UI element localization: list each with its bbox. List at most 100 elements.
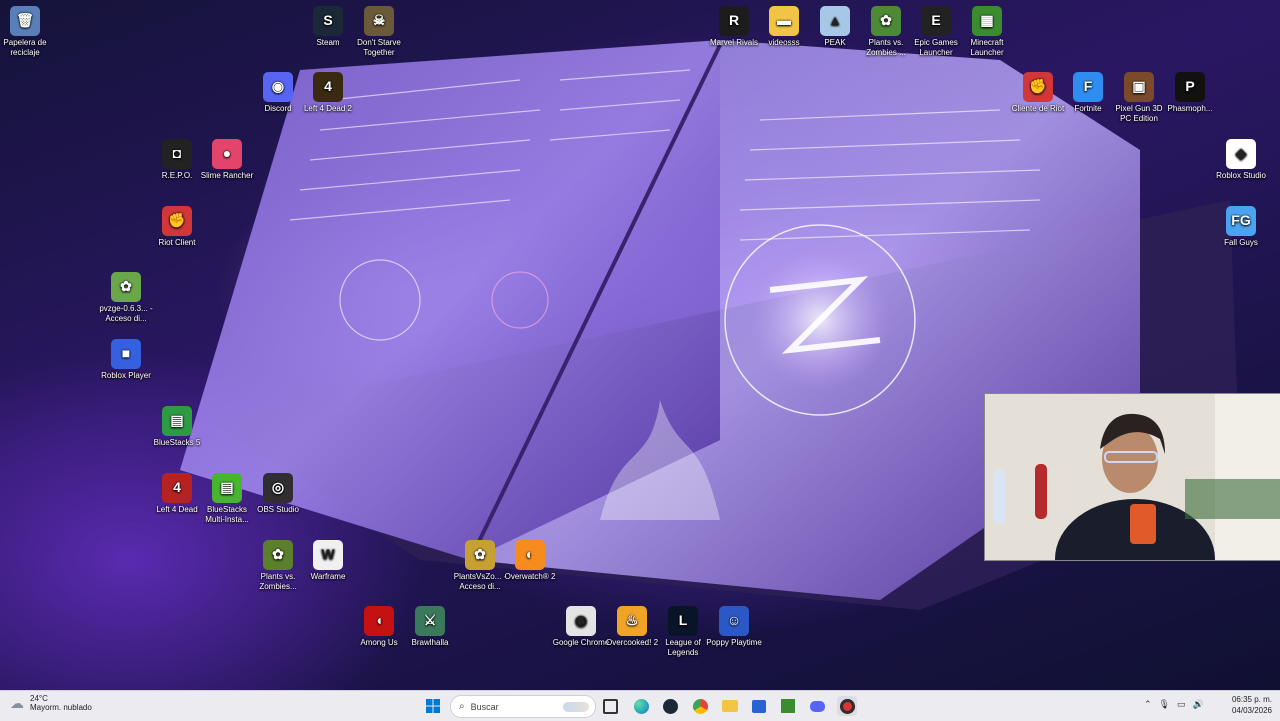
minecraft-icon: ▦	[972, 6, 1002, 36]
clock-time: 06:35 p. m.	[1231, 695, 1272, 704]
desktop-icon-pvz-ge[interactable]: ✿ pvzge-0.6.3... - Acceso di...	[96, 272, 156, 323]
taskbar-edge[interactable]	[631, 696, 651, 716]
taskbar-minecraft[interactable]	[778, 696, 798, 716]
folder-icon	[722, 700, 738, 712]
taskbar-chrome[interactable]	[690, 696, 710, 716]
edge-icon	[633, 698, 649, 714]
epic-games-icon: E	[921, 6, 951, 36]
weather-desc: Mayorm. nublado	[30, 703, 92, 712]
desktop-icon-obs[interactable]: ◎ OBS Studio	[248, 473, 308, 515]
overcooked-icon: ♨	[617, 606, 647, 636]
desktop-icon-brawlhalla[interactable]: ⚔ Brawlhalla	[400, 606, 460, 648]
desktop-icon-label: pvzge-0.6.3... - Acceso di...	[99, 304, 153, 323]
roblox-studio-icon: ◆	[1226, 139, 1256, 169]
desktop-icon-label: Roblox Studio	[1216, 171, 1266, 180]
desktop-icon-overwatch[interactable]: ◐ Overwatch® 2	[500, 540, 560, 582]
desktop-icon-label: Overwatch® 2	[504, 572, 556, 581]
overwatch-icon: ◐	[515, 540, 545, 570]
discord-icon	[809, 700, 825, 712]
taskbar-obs[interactable]	[837, 696, 857, 716]
repo-icon: ◘	[162, 139, 192, 169]
obs-icon: ◎	[263, 473, 293, 503]
steam-icon	[662, 698, 678, 714]
volume-icon[interactable]: 🔊	[1193, 699, 1204, 710]
minecraft-icon	[781, 699, 795, 713]
search-box[interactable]: ⌕ Buscar	[450, 695, 596, 718]
network-icon[interactable]: ▭	[1177, 699, 1186, 710]
search-placeholder: Buscar	[470, 701, 499, 712]
desktop-icon-roblox-studio[interactable]: ◆ Roblox Studio	[1211, 139, 1271, 181]
desktop-icon-label: Minecraft Launcher	[970, 38, 1004, 57]
peak-icon: ▲	[820, 6, 850, 36]
desktop-icon-label: Papelera de reciclaje	[3, 38, 47, 57]
league-icon: L	[668, 606, 698, 636]
desktop-icon-label: BlueStacks 5	[153, 438, 201, 447]
desktop-icon-fall-guys[interactable]: FG Fall Guys	[1211, 206, 1271, 248]
clock[interactable]: 06:35 p. m. 04/03/2026	[1232, 694, 1272, 716]
brawlhalla-icon: ⚔	[415, 606, 445, 636]
desktop-icon-poppy-playtime[interactable]: ☺ Poppy Playtime	[704, 606, 764, 648]
task-view-button[interactable]	[600, 696, 620, 716]
desktop-icon-left4dead2[interactable]: 4 Left 4 Dead 2	[298, 72, 358, 114]
desktop-icon-label: Fall Guys	[1224, 238, 1258, 247]
start-button[interactable]	[423, 696, 443, 716]
taskbar-discord[interactable]	[807, 696, 827, 716]
desktop-icon-slime-rancher[interactable]: ● Slime Rancher	[197, 139, 257, 181]
clock-date: 04/03/2026	[1231, 706, 1272, 715]
desktop-icon-label: Brawlhalla	[411, 638, 449, 647]
bluestacks-icon: ▤	[162, 406, 192, 436]
fall-guys-icon: FG	[1226, 206, 1256, 236]
desktop-icon-label: Left 4 Dead 2	[303, 104, 353, 113]
search-icon: ⌕	[459, 701, 465, 712]
bluestacks-multi-icon: ▤	[212, 473, 242, 503]
desktop-icon-minecraft[interactable]: ▦ Minecraft Launcher	[957, 6, 1017, 57]
pvz-icon: ✿	[263, 540, 293, 570]
taskbar-store[interactable]	[749, 696, 769, 716]
desktop-icon-label: OBS Studio	[257, 505, 299, 514]
desktop-icon-bluestacks[interactable]: ▤ BlueStacks 5	[147, 406, 207, 448]
taskbar-steam[interactable]	[660, 696, 680, 716]
pixel-gun-icon: ▣	[1124, 72, 1154, 102]
microphone-icon[interactable]: 🎙	[1159, 699, 1170, 710]
taskbar-explorer[interactable]	[720, 696, 740, 716]
webcam-overlay	[984, 393, 1280, 561]
desktop-icon-phasmophobia[interactable]: P Phasmoph...	[1160, 72, 1220, 114]
slime-rancher-icon: ●	[212, 139, 242, 169]
store-icon	[752, 699, 766, 713]
weather-widget[interactable]: ☁ 24°C Mayorm. nublado	[10, 694, 92, 712]
search-highlight-icon	[563, 701, 589, 712]
desktop-icon-warframe[interactable]: W Warframe	[298, 540, 358, 582]
obs-icon	[839, 698, 855, 714]
weather-temp: 24°C	[30, 694, 48, 703]
desktop-icon-label: Don't Starve Together	[357, 38, 401, 57]
taskbar: ☁ 24°C Mayorm. nublado ⌕ Buscar ⌃ 🎙 ▭ 🔊 …	[0, 690, 1280, 721]
desktop-icon-roblox-player[interactable]: ■ Roblox Player	[96, 339, 156, 381]
among-us-icon: ◖	[364, 606, 394, 636]
phasmophobia-icon: P	[1175, 72, 1205, 102]
desktop-icon-label: Slime Rancher	[200, 171, 254, 180]
desktop-icon-recycle-bin[interactable]: 🗑 Papelera de reciclaje	[0, 6, 55, 57]
fortnite-icon: F	[1073, 72, 1103, 102]
recycle-bin-icon: 🗑	[10, 6, 40, 36]
chevron-up-icon[interactable]: ⌃	[1144, 699, 1152, 710]
left4dead2-icon: 4	[313, 72, 343, 102]
desktop-icon-label: Phasmoph...	[1167, 104, 1213, 113]
roblox-player-icon: ■	[111, 339, 141, 369]
cloud-icon: ☁	[10, 694, 24, 711]
pvz2-icon: ✿	[871, 6, 901, 36]
desktop-icon-label: Poppy Playtime	[706, 638, 762, 647]
task-view-icon	[602, 698, 618, 714]
folder-icon: ▬	[769, 6, 799, 36]
system-tray: ⌃ 🎙 ▭ 🔊	[1144, 699, 1204, 710]
windows-logo-icon	[426, 699, 440, 713]
marvel-rivals-icon: R	[719, 6, 749, 36]
poppy-playtime-icon: ☺	[719, 606, 749, 636]
chrome-icon	[692, 698, 708, 714]
warframe-icon: W	[313, 540, 343, 570]
riot-cliente-icon: ✊	[1023, 72, 1053, 102]
chrome-icon: ◉	[566, 606, 596, 636]
desktop-icon-dont-starve[interactable]: ☠ Don't Starve Together	[349, 6, 409, 57]
discord-icon: ◉	[263, 72, 293, 102]
pvz-shortcut-icon: ✿	[465, 540, 495, 570]
desktop-icon-riot-client[interactable]: ✊ Riot Client	[147, 206, 207, 248]
